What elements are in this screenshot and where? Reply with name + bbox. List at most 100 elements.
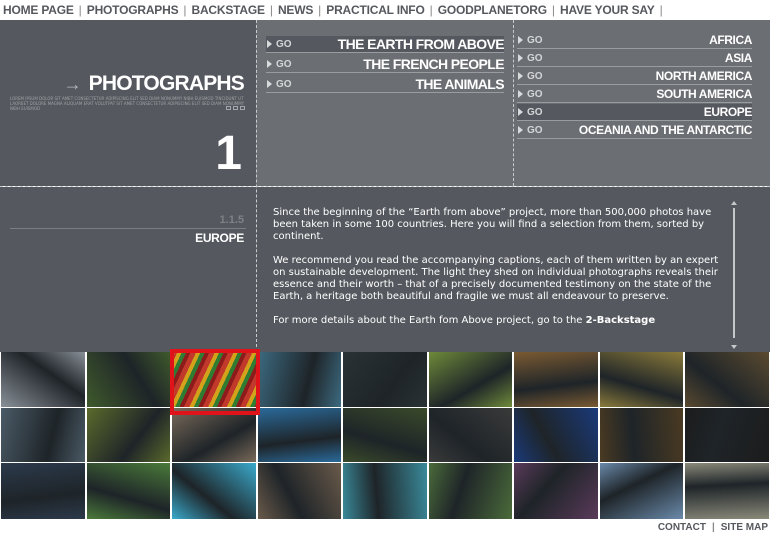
go-label: GO (276, 38, 292, 50)
photo-thumbnail[interactable] (258, 352, 341, 407)
photo-thumbnail[interactable] (1, 463, 85, 519)
top-navigation: HOME PAGE | PHOTOGRAPHS | BACKSTAGE | NE… (0, 0, 770, 20)
photo-thumbnail[interactable] (172, 463, 256, 519)
photo-thumbnail[interactable] (258, 408, 341, 462)
photo-thumbnail[interactable] (600, 352, 683, 407)
go-label: GO (527, 34, 543, 46)
description-text: Since the beginning of the “Earth from a… (273, 207, 733, 339)
photo-thumbnail[interactable] (685, 463, 769, 519)
continent-item-oceania[interactable]: GO OCEANIA AND THE ANTARCTIC (517, 122, 752, 139)
photo-thumbnail[interactable] (685, 352, 769, 407)
go-label: GO (527, 70, 543, 82)
category-label: THE FRENCH PEOPLE (363, 56, 504, 72)
dashed-divider (513, 20, 514, 186)
photo-thumbnail[interactable] (1, 352, 85, 407)
photo-thumbnail[interactable] (600, 463, 683, 519)
category-item-animals[interactable]: GO THE ANIMALS (266, 76, 505, 93)
play-arrow-icon (518, 54, 523, 62)
photo-thumbnail[interactable] (1, 408, 85, 462)
scrollbar[interactable] (731, 201, 737, 349)
nav-backstage[interactable]: BACKSTAGE (192, 3, 266, 17)
photo-thumbnail[interactable] (343, 352, 427, 407)
continent-label: AFRICA (709, 33, 752, 47)
title-panel: → PHOTOGRAPHS LOREM IPSUM DOLOR SIT AMET… (0, 20, 256, 192)
go-label: GO (276, 58, 292, 70)
photo-thumbnail[interactable] (429, 352, 512, 407)
nav-separator: | (551, 3, 556, 17)
pager-dots (226, 106, 245, 110)
nav-home-page[interactable]: HOME PAGE (3, 3, 74, 17)
continent-label: ASIA (724, 51, 752, 65)
photo-thumbnail[interactable] (685, 408, 769, 462)
photo-thumbnail[interactable] (172, 352, 256, 407)
dashed-divider (0, 186, 770, 187)
continent-item-europe[interactable]: GO EUROPE (517, 104, 752, 121)
nav-goodplanetorg[interactable]: GOODPLANETORG (438, 3, 547, 17)
category-item-earth-from-above[interactable]: GO THE EARTH FROM ABOVE (266, 36, 505, 53)
category-item-french-people[interactable]: GO THE FRENCH PEOPLE (266, 56, 505, 73)
pager-dot[interactable] (240, 106, 245, 110)
site-map-link[interactable]: SITE MAP (721, 522, 768, 533)
right-arrow-icon: → (63, 74, 82, 94)
play-arrow-icon (518, 126, 523, 134)
category-menu: GO THE EARTH FROM ABOVE GO THE FRENCH PE… (256, 20, 513, 186)
contact-link[interactable]: CONTACT (658, 522, 706, 533)
scroll-up-arrow-icon[interactable] (731, 201, 737, 205)
continent-item-africa[interactable]: GO AFRICA (517, 32, 752, 49)
continent-label: OCEANIA AND THE ANTARCTIC (578, 123, 753, 137)
photo-thumbnail[interactable] (172, 408, 256, 462)
go-label: GO (527, 88, 543, 100)
nav-have-your-say[interactable]: HAVE YOUR SAY (560, 3, 655, 17)
continent-label: NORTH AMERICA (655, 69, 753, 83)
paragraph: Since the beginning of the “Earth from a… (273, 207, 712, 242)
divider (10, 228, 246, 229)
category-label: THE EARTH FROM ABOVE (337, 36, 505, 52)
photo-thumbnail[interactable] (343, 408, 427, 462)
go-label: GO (527, 106, 543, 118)
go-label: GO (527, 124, 543, 136)
nav-news[interactable]: NEWS (278, 3, 313, 17)
continent-item-north-america[interactable]: GO NORTH AMERICA (517, 68, 752, 85)
photo-thumbnail[interactable] (429, 463, 512, 519)
backstage-link[interactable]: 2-Backstage (586, 315, 655, 326)
category-label: THE ANIMALS (415, 76, 504, 92)
photo-thumbnail[interactable] (514, 408, 598, 462)
photo-thumbnail[interactable] (87, 463, 170, 519)
photo-thumbnail[interactable] (87, 352, 170, 407)
scroll-track[interactable] (733, 208, 735, 338)
play-arrow-icon (267, 40, 272, 48)
play-arrow-icon (518, 36, 523, 44)
paragraph: For more details about the Earth fom Abo… (273, 315, 733, 327)
photo-thumbnail[interactable] (600, 408, 683, 462)
photo-thumbnail[interactable] (514, 352, 598, 407)
continent-menu: GO AFRICA GO ASIA GO NORTH AMERICA GO SO… (513, 20, 770, 186)
photo-thumbnail-grid (0, 352, 770, 519)
title-row: → PHOTOGRAPHS (63, 72, 245, 96)
photo-thumbnail[interactable] (429, 408, 512, 462)
continent-item-south-america[interactable]: GO SOUTH AMERICA (517, 86, 752, 103)
section-name: EUROPE (195, 231, 244, 245)
nav-separator: | (78, 3, 82, 17)
footer-links: CONTACT | SITE MAP (658, 522, 768, 533)
play-arrow-icon (267, 60, 272, 68)
photo-thumbnail[interactable] (87, 408, 170, 462)
continent-item-asia[interactable]: GO ASIA (517, 50, 752, 67)
photo-thumbnail[interactable] (258, 463, 341, 519)
photo-thumbnail[interactable] (343, 463, 427, 519)
play-arrow-icon (518, 90, 523, 98)
section-panel: 1.1.5 EUROPE (0, 187, 256, 352)
section-big-number: 1 (215, 127, 242, 180)
pager-dot[interactable] (233, 106, 238, 110)
nav-separator: | (183, 3, 187, 17)
nav-separator: | (318, 3, 322, 17)
page-title: PHOTOGRAPHS (88, 72, 245, 95)
micro-description: LOREM IPSUM DOLOR SIT AMET CONSECTETUR A… (10, 96, 245, 111)
go-label: GO (276, 78, 292, 90)
photo-thumbnail[interactable] (514, 463, 598, 519)
nav-photographs[interactable]: PHOTOGRAPHS (87, 3, 179, 17)
go-label: GO (527, 52, 543, 64)
nav-practical-info[interactable]: PRACTICAL INFO (326, 3, 425, 17)
pager-dot[interactable] (226, 106, 231, 110)
scroll-down-arrow-icon[interactable] (731, 345, 737, 349)
nav-separator: | (429, 3, 433, 17)
